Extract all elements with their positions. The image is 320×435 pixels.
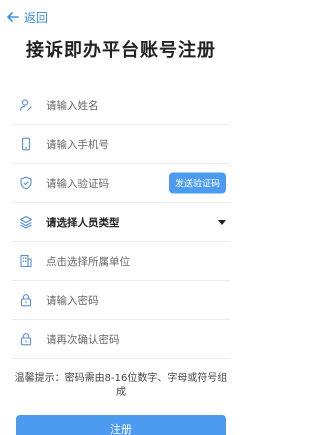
register-button[interactable]: 注册 — [16, 415, 226, 435]
building-icon — [16, 251, 36, 271]
password-confirm-field[interactable]: 请再次确认密码 — [12, 320, 230, 359]
registration-form: 请输入姓名 请输入手机号 请输入验证码 发送验证码 请选择人员类型 点击选择所属… — [12, 86, 230, 359]
name-placeholder: 请输入姓名 — [46, 99, 99, 112]
person-type-label: 请选择人员类型 — [46, 216, 120, 229]
layers-icon — [16, 212, 36, 232]
phone-field[interactable]: 请输入手机号 — [12, 125, 230, 164]
user-edit-icon — [16, 95, 36, 115]
phone-placeholder: 请输入手机号 — [46, 138, 109, 151]
chevron-down-icon — [218, 220, 226, 225]
unit-field[interactable]: 点击选择所属单位 — [12, 242, 230, 281]
code-field[interactable]: 请输入验证码 发送验证码 — [12, 164, 230, 203]
password-field[interactable]: 请输入密码 — [12, 281, 230, 320]
phone-icon — [16, 134, 36, 154]
page-title: 接诉即办平台账号注册 — [26, 40, 216, 61]
shield-check-icon — [16, 173, 36, 193]
person-type-select[interactable]: 请选择人员类型 — [12, 203, 230, 242]
arrow-left-icon — [7, 12, 19, 22]
unit-placeholder: 点击选择所属单位 — [46, 255, 130, 268]
password-tip: 温馨提示：密码需由8-16位数字、字母或符号组成 — [14, 373, 228, 398]
code-placeholder: 请输入验证码 — [46, 177, 109, 190]
name-field[interactable]: 请输入姓名 — [12, 86, 230, 125]
lock-icon — [16, 329, 36, 349]
lock-icon — [16, 290, 36, 310]
send-code-button[interactable]: 发送验证码 — [168, 172, 226, 194]
back-button[interactable]: 返回 — [6, 8, 48, 26]
password-placeholder: 请输入密码 — [46, 294, 99, 307]
password-confirm-placeholder: 请再次确认密码 — [46, 333, 120, 346]
back-label: 返回 — [24, 10, 49, 25]
